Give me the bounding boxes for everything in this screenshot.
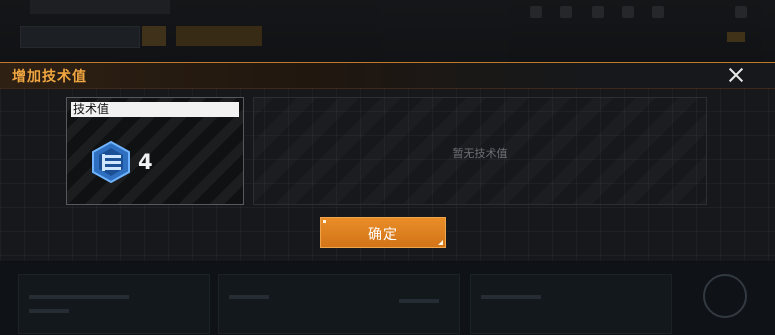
- background-panel: [18, 274, 210, 334]
- tech-point-icon: [92, 140, 130, 184]
- empty-tech-panel: 暂无技术值: [253, 97, 707, 205]
- button-corner-decoration: [438, 240, 443, 245]
- add-tech-value-dialog: 增加技术值 技术值 4 暂无技术值 确定: [0, 62, 775, 261]
- background-icon: [735, 6, 747, 18]
- dialog-header: 增加技术值: [0, 63, 775, 89]
- background-icon: [652, 6, 664, 18]
- dialog-title: 增加技术值: [12, 69, 87, 85]
- background-input: [20, 26, 140, 48]
- background-icon: [560, 6, 572, 18]
- background-panel: [218, 274, 460, 334]
- confirm-button-label: 确定: [368, 227, 398, 243]
- tech-value-card[interactable]: 技术值 4: [66, 97, 244, 205]
- background-bottom-panels: [0, 262, 775, 335]
- background-icon: [592, 6, 604, 18]
- background-line: [481, 295, 541, 299]
- background-line: [399, 299, 439, 303]
- background-breadcrumb: [30, 0, 170, 14]
- background-line: [29, 309, 69, 313]
- button-decoration: [323, 220, 326, 223]
- background-currency: [727, 32, 745, 42]
- tech-value-count: 4: [138, 150, 153, 174]
- background-line: [229, 295, 269, 299]
- background-panel: [470, 274, 672, 334]
- tech-value-label: 技术值: [71, 102, 239, 117]
- background-button: [176, 26, 262, 46]
- confirm-button[interactable]: 确定: [320, 217, 446, 248]
- background-top-bar: [0, 0, 775, 62]
- empty-message: 暂无技术值: [452, 147, 508, 160]
- background-icon: [530, 6, 542, 18]
- background-line: [29, 295, 129, 299]
- close-icon[interactable]: [727, 66, 745, 84]
- background-icon: [622, 6, 634, 18]
- background-badge: [142, 26, 166, 46]
- background-round-button: [703, 274, 747, 318]
